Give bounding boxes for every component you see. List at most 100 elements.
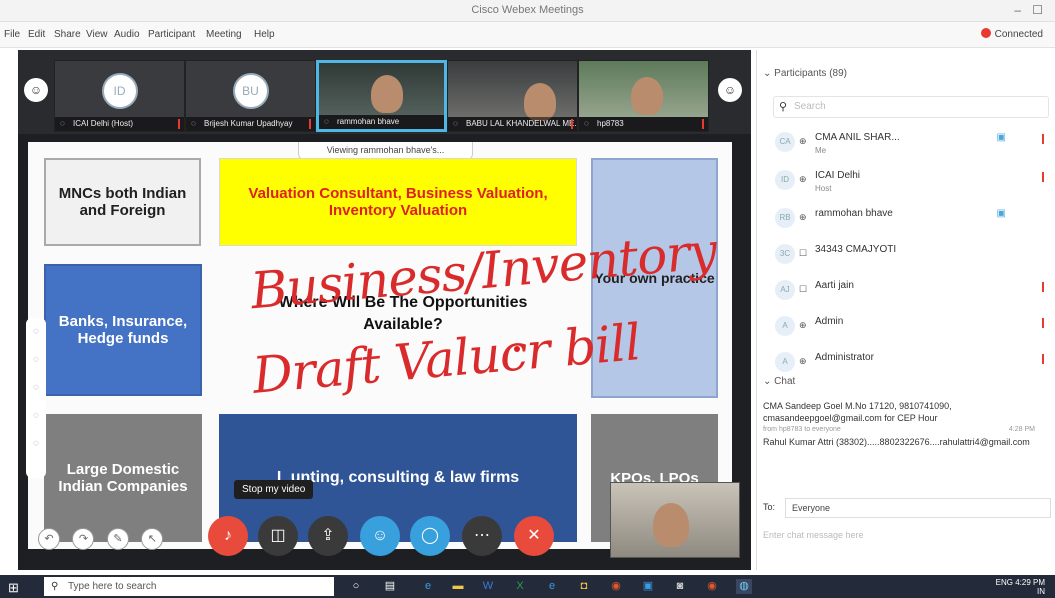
chat-time: 4:28 PM <box>1008 426 1035 433</box>
muted-mic-icon <box>1042 318 1044 328</box>
chrome-icon-2[interactable]: ◉ <box>704 579 720 594</box>
device-icon: ⊕ <box>799 212 807 222</box>
outlook-icon[interactable]: ▣ <box>640 579 656 594</box>
menu-view[interactable]: View <box>86 29 108 40</box>
self-face <box>653 503 689 547</box>
list-item[interactable]: RB ⊕ rammohan bhave ▣ <box>757 198 1055 234</box>
task-view-icon[interactable]: ▤ <box>382 579 398 594</box>
menu-participant[interactable]: Participant <box>148 29 195 40</box>
box-banks: Banks, Insurance, Hedge funds <box>44 264 202 396</box>
chat-button[interactable]: ◯ <box>410 516 450 556</box>
chat-header[interactable]: ⌄ Chat <box>763 376 795 387</box>
list-item[interactable]: 3C ☐ 34343 CMAJYOTI <box>757 234 1055 270</box>
more-options-button[interactable]: ⋯ <box>462 516 502 556</box>
participant-name: Aarti jain <box>815 280 854 291</box>
title-bar: Cisco Webex Meetings – ☐ <box>0 0 1055 22</box>
taskbar-search-input[interactable]: ⚲ Type here to search <box>44 577 334 596</box>
video-thumb-3[interactable]: rammohan bhave <box>316 60 447 132</box>
color-tool-icon[interactable]: ◌ <box>26 430 46 458</box>
avatar: A <box>775 352 795 372</box>
chat-input[interactable]: Enter chat message here <box>763 530 1049 552</box>
menu-file[interactable]: File <box>4 29 20 40</box>
menu-help[interactable]: Help <box>254 29 275 40</box>
pointer-tool-icon[interactable]: ◌ <box>26 318 46 346</box>
list-item[interactable]: CA ⊕ CMA ANIL SHAR... Me ▣ <box>757 122 1055 158</box>
thumb-name: Brijesh Kumar Upadhyay <box>186 117 315 131</box>
phone-icon: ☐ <box>799 284 808 294</box>
system-tray[interactable]: ENG 4:29 PM IN <box>996 578 1045 596</box>
stop-video-button[interactable]: ◫ <box>258 516 298 556</box>
connection-status[interactable]: Connected <box>980 28 1043 40</box>
video-thumb-2[interactable]: BU Brijesh Kumar Upadhyay <box>185 60 316 132</box>
avatar: AJ <box>775 280 795 300</box>
video-thumb-1[interactable]: ID ICAI Delhi (Host) <box>54 60 185 132</box>
video-feed <box>448 61 577 121</box>
webex-taskbar-icon[interactable]: ◍ <box>736 579 752 594</box>
connection-label: Connected <box>994 29 1043 40</box>
chat-recipient-select[interactable]: Everyone <box>785 498 1051 518</box>
camera-app-icon[interactable]: ◙ <box>672 579 688 594</box>
file-explorer-icon[interactable]: ▬ <box>450 579 466 594</box>
menu-meeting[interactable]: Meeting <box>206 29 242 40</box>
thumb-name: hp8783 <box>579 117 708 131</box>
strip-prev-button[interactable]: ☺ <box>24 78 48 102</box>
self-view-video[interactable] <box>610 482 740 558</box>
search-icon: ⚲ <box>51 581 59 592</box>
participant-search-input[interactable]: ⚲ Search <box>773 96 1049 118</box>
video-thumb-4[interactable]: BABU LAL KHANDELWAL ME... <box>447 60 578 132</box>
avatar: ID <box>775 170 795 190</box>
participants-header[interactable]: ⌄ Participants (89) <box>763 68 847 79</box>
pen-icon[interactable]: ✎ <box>106 528 129 550</box>
side-panel: ⌄ Participants (89) ⚲ Search CA ⊕ CMA ANI… <box>756 50 1055 570</box>
list-item[interactable]: A ⊕ Administrator <box>757 342 1055 378</box>
menu-edit[interactable]: Edit <box>28 29 45 40</box>
box-domestic: Large Domestic Indian Companies <box>44 414 202 542</box>
word-icon[interactable]: W <box>480 579 496 594</box>
menu-share[interactable]: Share <box>54 29 81 40</box>
participant-name: Admin <box>815 316 844 327</box>
tray-date: IN <box>1037 587 1045 596</box>
video-thumb-5[interactable]: hp8783 <box>578 60 709 132</box>
select-icon[interactable]: ↖ <box>141 528 164 550</box>
menu-audio[interactable]: Audio <box>114 29 140 40</box>
avatar: 3C <box>775 244 795 264</box>
ie-icon[interactable]: e <box>544 579 560 594</box>
text-tool-icon[interactable]: ◌ <box>26 346 46 374</box>
avatar: RB <box>775 208 795 228</box>
leave-meeting-button[interactable]: ✕ <box>514 516 554 556</box>
edge-icon[interactable]: e <box>420 579 436 594</box>
mute-button[interactable]: ♪ <box>208 516 248 556</box>
eraser-tool-icon[interactable]: ◌ <box>26 402 46 430</box>
draw-tool-icon[interactable]: ◌ <box>26 374 46 402</box>
chrome-icon[interactable]: ◉ <box>608 579 624 594</box>
thumb-name: ICAI Delhi (Host) <box>55 117 184 131</box>
muted-mic-icon <box>309 119 311 129</box>
maximize-button[interactable]: ☐ <box>1032 3 1043 17</box>
participant-face <box>631 77 663 115</box>
chat-message: CMA Sandeep Goel M.No 17120, 9810741090,… <box>763 401 952 423</box>
cortana-icon[interactable]: ○ <box>348 579 364 594</box>
strip-next-button[interactable]: ☺ <box>718 78 742 102</box>
video-feed <box>579 61 708 117</box>
chat-to-label: To: <box>763 502 776 512</box>
list-item[interactable]: ID ⊕ ICAI Delhi Host <box>757 160 1055 196</box>
participant-name: rammohan bhave <box>815 208 893 219</box>
video-feed <box>319 63 444 115</box>
chat-sender: from hp8783 to everyone <box>763 426 841 433</box>
store-icon[interactable]: ◘ <box>576 579 592 594</box>
participant-name: Administrator <box>815 352 874 363</box>
participants-button[interactable]: ☺ <box>360 516 400 556</box>
list-item[interactable]: A ⊕ Admin <box>757 306 1055 342</box>
windows-start-icon[interactable]: ⊞ <box>8 580 19 596</box>
search-placeholder: Search <box>794 101 826 112</box>
list-item[interactable]: AJ ☐ Aarti jain <box>757 270 1055 306</box>
minimize-button[interactable]: – <box>1014 3 1021 17</box>
undo-icon[interactable]: ↶ <box>38 528 60 550</box>
search-icon: ⚲ <box>779 101 788 113</box>
excel-icon[interactable]: X <box>512 579 528 594</box>
redo-icon[interactable]: ↷ <box>72 528 95 550</box>
share-button[interactable]: ⇪ <box>308 516 348 556</box>
chevron-down-icon: ⌄ <box>763 376 775 387</box>
webex-window: Cisco Webex Meetings – ☐ File Edit Share… <box>0 0 1055 598</box>
muted-mic-icon <box>178 119 180 129</box>
